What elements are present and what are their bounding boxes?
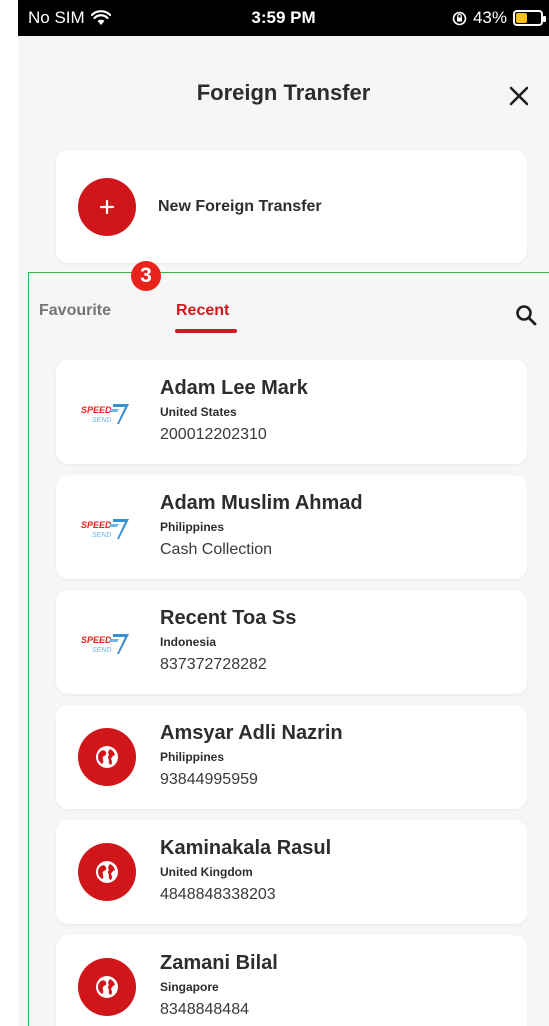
svg-text:SPEED: SPEED [81,405,112,415]
new-foreign-transfer-button[interactable]: New Foreign Transfer [56,150,527,263]
recipient-card[interactable]: SPEED SEND Recent Toa Ss Indonesia 83737… [56,590,527,694]
battery-percent: 43% [472,8,507,27]
plus-icon [78,177,136,236]
close-button[interactable] [501,78,537,114]
recipient-account: 93844995959 [160,771,258,788]
svg-text:SEND: SEND [92,532,111,539]
globe-logo [78,728,136,786]
recipient-info: Zamani Bilal Singapore 8348848484 [160,951,278,1020]
svg-text:SEND: SEND [92,417,111,424]
recipient-info: Adam Muslim Ahmad Philippines Cash Colle… [160,491,363,560]
recipient-name: Adam Muslim Ahmad [160,492,363,514]
recipient-card[interactable]: Kaminakala Rasul United Kingdom 48488483… [56,820,527,924]
globe-icon [78,843,136,901]
svg-text:SPEED: SPEED [81,520,112,530]
recipient-country: Singapore [160,980,219,994]
battery-icon [513,10,546,26]
search-button[interactable] [511,300,541,330]
recipient-name: Adam Lee Mark [160,377,308,399]
globe-icon [78,728,136,786]
recipient-account: Cash Collection [160,541,273,558]
tab-recent[interactable]: Recent [176,302,229,320]
speedsend-logo: SPEED SEND [78,501,136,553]
recipient-account: 200012202310 [160,426,267,443]
svg-text:SPEED: SPEED [81,635,112,645]
close-icon [509,86,529,106]
recipient-country: United Kingdom [160,865,253,879]
recipient-info: Recent Toa Ss Indonesia 837372728282 [160,606,296,675]
recipient-name: Recent Toa Ss [160,607,297,629]
recipient-card[interactable]: Amsyar Adli Nazrin Philippines 938449959… [56,705,527,809]
recipient-country: Philippines [160,750,225,764]
recipient-card[interactable]: Zamani Bilal Singapore 8348848484 [56,935,527,1026]
recipient-account: 4848848338203 [160,886,276,903]
recipient-country: Philippines [160,520,225,534]
new-transfer-label: New Foreign Transfer [158,197,322,215]
status-bar: No SIM 3:59 PM 43% [18,0,549,36]
rotation-lock-icon [452,11,467,25]
recipient-name: Kaminakala Rasul [160,837,332,859]
recipient-account: 837372728282 [160,656,267,673]
recipient-country: United States [160,405,237,419]
recipient-country: Indonesia [160,635,217,649]
page-title: Foreign Transfer [196,80,371,105]
recipient-info: Adam Lee Mark United States 200012202310 [160,376,308,445]
step-badge: 3 [131,261,161,291]
recipient-card[interactable]: SPEED SEND Adam Muslim Ahmad Philippines… [56,475,527,579]
app-screen: No SIM 3:59 PM 43% Foreign Transfer New … [18,0,549,1026]
speedsend-logo: SPEED SEND [78,616,136,668]
status-right: 43% [452,8,546,28]
recipient-name: Amsyar Adli Nazrin [160,722,343,744]
recipient-account: 8348848484 [160,1001,249,1018]
recipient-info: Amsyar Adli Nazrin Philippines 938449959… [160,721,343,790]
speedsend-logo: SPEED SEND [78,386,136,438]
search-icon [516,305,537,326]
globe-logo [78,958,136,1016]
bottom-sheet: Foreign Transfer New Foreign Transfer 3 … [18,38,549,1026]
globe-icon [78,958,136,1016]
recipient-name: Zamani Bilal [160,952,278,974]
svg-text:SEND: SEND [92,647,111,654]
active-tab-indicator [175,329,237,333]
globe-logo [78,843,136,901]
recipient-card[interactable]: SPEED SEND Adam Lee Mark United States 2… [56,360,527,464]
tab-favourite[interactable]: Favourite [39,302,111,320]
recipient-info: Kaminakala Rasul United Kingdom 48488483… [160,836,331,905]
